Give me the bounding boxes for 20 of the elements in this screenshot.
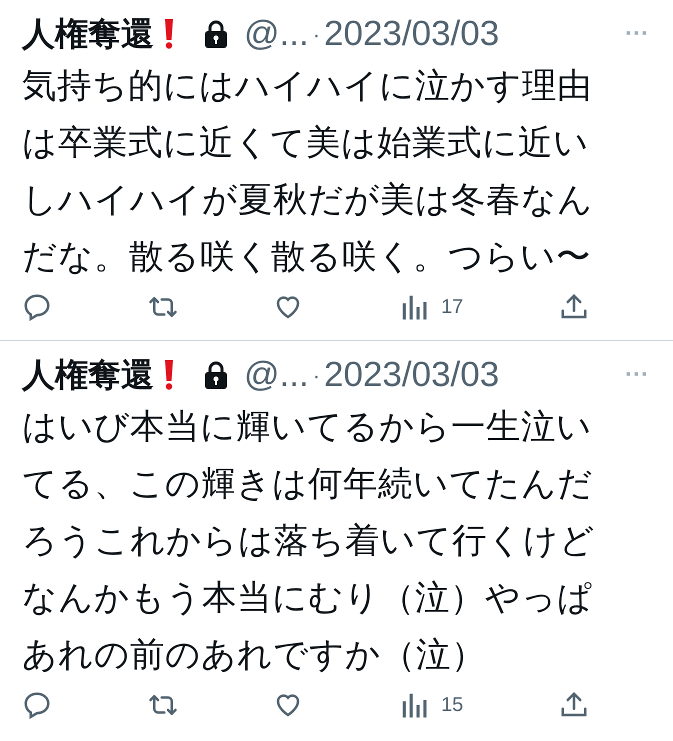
reply-button[interactable] bbox=[22, 690, 52, 720]
views-button[interactable]: 17 bbox=[399, 292, 464, 322]
views-button[interactable]: 15 bbox=[399, 690, 464, 720]
tweet-date[interactable]: 2023/03/03 bbox=[324, 8, 500, 60]
exclamation-icon bbox=[164, 19, 174, 49]
separator-dot: · bbox=[312, 20, 320, 48]
user-handle[interactable]: @... bbox=[244, 8, 309, 60]
reply-icon bbox=[22, 292, 52, 322]
exclamation-icon bbox=[164, 360, 174, 390]
tweet-text: はいび本当に輝いてるから一生泣いてる、この輝きは何年続いてたんだろうこれからは落ち着いて行くけどなんかもう本当にむり（泣）やっぱあれの前のあれですか（泣） bbox=[22, 407, 596, 676]
lock-icon bbox=[204, 361, 228, 389]
reply-icon bbox=[22, 690, 52, 720]
lock-icon bbox=[204, 20, 228, 48]
separator-dot: · bbox=[312, 362, 320, 390]
display-name: 人権奪還 bbox=[22, 14, 154, 54]
tweet-text: 気持ち的にはハイハイに泣かす理由は卒業式に近くて美は始業式に近いしハイハイが夏秋だが美は冬春なんだな。散る咲く散る咲く。つらい〜 bbox=[22, 66, 594, 278]
user-handle[interactable]: @... bbox=[244, 348, 309, 402]
display-name: 人権奪還 bbox=[22, 355, 154, 396]
reply-button[interactable] bbox=[22, 292, 52, 322]
tweet-date[interactable]: 2023/03/03 bbox=[324, 348, 500, 402]
